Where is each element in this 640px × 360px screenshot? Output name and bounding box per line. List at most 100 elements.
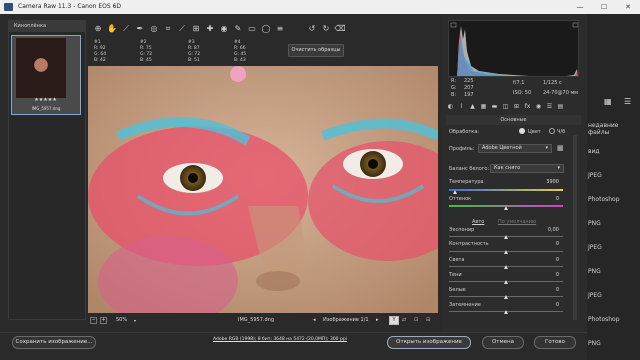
straighten-icon[interactable]: ⟋	[176, 22, 188, 36]
prev-image-icon[interactable]: ◂	[313, 317, 316, 323]
maximize-button[interactable]: ☐	[592, 0, 616, 14]
bw-radio[interactable]	[549, 128, 555, 134]
zoom-out-icon[interactable]: −	[90, 317, 97, 324]
tab-curve-icon[interactable]: ⌇	[457, 103, 466, 112]
color-sampler-icon[interactable]: ✒	[134, 22, 146, 36]
readout-g-value: 207	[464, 85, 474, 91]
tint-value[interactable]: 0	[533, 196, 559, 202]
color-radio[interactable]	[519, 128, 525, 134]
radial-filter-icon[interactable]: ◯	[260, 22, 272, 36]
shadows-value[interactable]: 0	[533, 272, 559, 278]
tab-hsl-icon[interactable]: ▦	[479, 103, 488, 112]
chevron-down-icon[interactable]: ▾	[134, 318, 136, 323]
histogram	[448, 20, 579, 77]
targeted-adjust-icon[interactable]: ◎	[148, 22, 160, 36]
crop-icon[interactable]: ⌗	[162, 22, 174, 36]
shadows-knob[interactable]	[504, 280, 508, 284]
sampler-3: #3 R: 87 G: 72 B: 51	[188, 40, 228, 64]
tint-knob[interactable]	[504, 206, 508, 210]
auto-link[interactable]: Авто	[472, 219, 484, 225]
preferences-icon[interactable]: ≡	[274, 22, 286, 36]
whites-value[interactable]: 0	[533, 287, 559, 293]
zoom-icon[interactable]: ⊕	[92, 22, 104, 36]
rotate-right-icon[interactable]: ↻	[320, 22, 332, 36]
profile-browser-icon[interactable]: ▦	[557, 144, 567, 153]
readout-aperture: f/7.1	[513, 80, 525, 86]
filmstrip-header: Киноплёнка	[8, 21, 86, 32]
highlights-value[interactable]: 0	[533, 257, 559, 263]
readout-lens: 24-70@70 мм	[543, 90, 579, 96]
exposure-value[interactable]: 0,00	[533, 227, 559, 233]
bg-list-item[interactable]: PNG	[588, 268, 601, 275]
done-button[interactable]: Готово	[534, 336, 576, 349]
bg-list-item[interactable]: JPEG	[588, 172, 602, 179]
readout-r-label: R:	[451, 78, 457, 84]
blacks-knob[interactable]	[504, 310, 508, 314]
swap-icon[interactable]: ⇄	[402, 317, 406, 323]
workflow-options-link[interactable]: Adobe RGB (1998); 8 бит; 3648 на 5472 (2…	[200, 337, 360, 342]
bg-list-item[interactable]: PNG	[588, 340, 601, 347]
panel-scrollbar[interactable]	[573, 135, 577, 320]
before-after-icon[interactable]: Y	[389, 316, 399, 325]
rotate-left-icon[interactable]: ↺	[306, 22, 318, 36]
thumbnail-rating[interactable]: ★★★★★	[23, 97, 68, 103]
white-balance-icon[interactable]: ⟋	[120, 22, 132, 36]
temperature-knob[interactable]	[453, 190, 457, 194]
cancel-button[interactable]: Отмена	[482, 336, 524, 349]
bg-list-item[interactable]: Photoshop	[588, 196, 620, 203]
toggle-settings-icon[interactable]: ⊟	[426, 317, 430, 323]
zoom-in-icon[interactable]: +	[100, 317, 107, 324]
spot-removal-icon[interactable]: ✚	[204, 22, 216, 36]
image-counter: Изображение 1/1	[323, 317, 369, 323]
grid-view-icon[interactable]: ▦	[604, 97, 612, 106]
tab-presets-icon[interactable]: ☰	[545, 103, 554, 112]
zoom-level[interactable]: 50%	[116, 317, 127, 323]
sampler-b: B: 43	[234, 58, 246, 63]
bg-list-item[interactable]: Photoshop	[588, 316, 620, 323]
tab-calibration-icon[interactable]: ◉	[534, 103, 543, 112]
transform-icon[interactable]: ⊞	[190, 22, 202, 36]
adjustment-brush-icon[interactable]: ✎	[232, 22, 244, 36]
wb-dropdown[interactable]: Как снято ▾	[490, 164, 564, 173]
temperature-value[interactable]: 3900	[533, 179, 559, 185]
open-image-button[interactable]: Открыть изображение	[387, 336, 471, 349]
close-button[interactable]: ✕	[616, 0, 640, 14]
tab-lens-icon[interactable]: ◫	[501, 103, 510, 112]
exposure-knob[interactable]	[504, 235, 508, 239]
highlights-label: Света	[449, 257, 465, 263]
temperature-slider[interactable]	[449, 189, 563, 191]
trash-icon[interactable]: ⌫	[334, 22, 346, 36]
bg-list-item[interactable]: JPEG	[588, 292, 602, 299]
blacks-value[interactable]: 0	[533, 302, 559, 308]
contrast-value[interactable]: 0	[533, 241, 559, 247]
bg-view-label: вид	[588, 148, 600, 155]
tab-basic-icon[interactable]: ◐	[446, 103, 455, 112]
tab-snapshots-icon[interactable]: ▤	[556, 103, 565, 112]
preview-image[interactable]	[88, 66, 438, 313]
minimize-button[interactable]: —	[568, 0, 592, 14]
chevron-down-icon: ▾	[557, 165, 560, 171]
graduated-filter-icon[interactable]: ▭	[246, 22, 258, 36]
tab-detail-icon[interactable]: ▲	[468, 103, 477, 112]
profile-dropdown[interactable]: Adobe Цветной ▾	[478, 144, 552, 153]
copy-settings-icon[interactable]: ⊡	[414, 317, 418, 323]
save-image-button[interactable]: Сохранить изображение...	[12, 336, 96, 349]
tint-label: Оттенок	[449, 196, 472, 202]
red-eye-icon[interactable]: ◉	[218, 22, 230, 36]
tab-effects-icon[interactable]: fx	[523, 103, 532, 112]
clear-samplers-button[interactable]: Очистить образцы	[288, 44, 344, 57]
bg-list-item[interactable]: PNG	[588, 220, 601, 227]
contrast-label: Контрастность	[449, 241, 489, 247]
tab-split-toning-icon[interactable]: ▬	[490, 103, 499, 112]
bg-list-item[interactable]: JPEG	[588, 244, 602, 251]
highlights-knob[interactable]	[504, 265, 508, 269]
hand-icon[interactable]: ✋	[106, 22, 118, 36]
exposure-label: Экспонир	[449, 227, 475, 233]
list-view-icon[interactable]: ☰	[624, 97, 631, 106]
whites-knob[interactable]	[504, 295, 508, 299]
next-image-icon[interactable]: ▸	[376, 317, 379, 323]
camera-raw-app-icon	[4, 3, 13, 11]
contrast-knob[interactable]	[504, 250, 508, 254]
tab-transform-icon[interactable]: ⊞	[512, 103, 521, 112]
default-link[interactable]: По умолчанию	[498, 219, 536, 225]
